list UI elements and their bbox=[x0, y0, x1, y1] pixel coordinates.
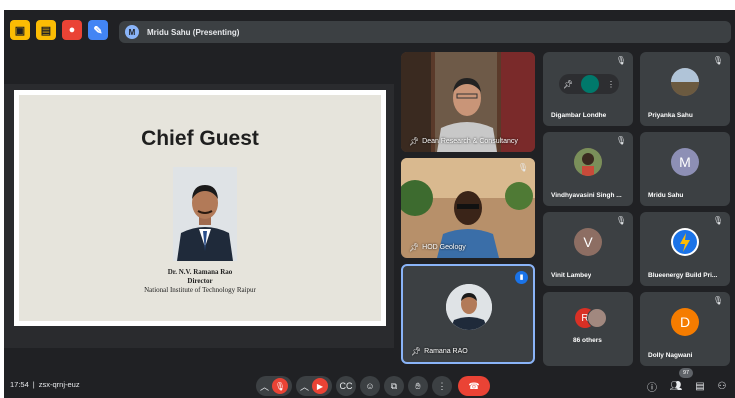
presentation-slide: Chief Guest Dr. N.V. Ramana Rao Director bbox=[14, 90, 386, 326]
meeting-code: zsx-qrnj-euz bbox=[38, 380, 80, 389]
people-icon: 👥︎ bbox=[669, 380, 683, 392]
mic-control[interactable]: ︿ 🎙︎ bbox=[256, 376, 292, 396]
activities-icon[interactable]: ▣ bbox=[10, 20, 30, 40]
tile-hover-controls: 📌︎ ⋮ bbox=[559, 74, 619, 94]
hand-icon: ✋︎ bbox=[415, 380, 421, 391]
presenter-label: Mridu Sahu (Presenting) bbox=[147, 27, 240, 37]
notes-icon[interactable]: ▤ bbox=[36, 20, 56, 40]
participant-tile-hod[interactable]: 🎙︎ 📌︎ HOD Geology bbox=[401, 158, 535, 258]
participant-label: Priyanka Sahu bbox=[648, 112, 693, 119]
presentation-stage: Chief Guest Dr. N.V. Ramana Rao Director bbox=[4, 72, 394, 348]
participant-tile-vindhyavasini[interactable]: 🎙︎ Vindhyavasini Singh ... bbox=[543, 132, 633, 206]
participant-label: Dean Research & Consultancy bbox=[422, 138, 518, 145]
participant-label: Ramana RAO bbox=[424, 348, 468, 355]
participant-tile-mridu[interactable]: M Mridu Sahu bbox=[640, 132, 730, 206]
more-options-icon[interactable]: ⋮ bbox=[607, 80, 615, 89]
chat-icon: ▤ bbox=[695, 380, 705, 392]
participant-name-dean: 📌︎ Dean Research & Consultancy bbox=[409, 137, 518, 146]
participant-label: Mridu Sahu bbox=[648, 192, 684, 199]
participant-label: Vindhyavasini Singh ... bbox=[551, 192, 622, 199]
people-count-badge: 97 bbox=[679, 368, 693, 378]
participant-label: Blueenergy Build Pri... bbox=[648, 272, 718, 279]
slide-content: Chief Guest Dr. N.V. Ramana Rao Director bbox=[19, 95, 381, 321]
participant-avatar bbox=[446, 284, 492, 330]
mic-off-icon: 🎙︎ bbox=[712, 56, 724, 65]
avatar bbox=[671, 68, 699, 96]
participant-tile-ramana-rao[interactable]: ▮ 📌︎ Ramana RAO bbox=[401, 264, 535, 364]
mic-off-icon: 🎙︎ bbox=[712, 216, 724, 225]
record-icon[interactable]: ● bbox=[62, 20, 82, 40]
speaking-indicator-icon: ▮ bbox=[515, 271, 528, 284]
more-options-icon: ⋮ bbox=[437, 380, 447, 391]
activities-icon: ⚇ bbox=[717, 380, 727, 392]
slide-title: Chief Guest bbox=[141, 127, 259, 150]
info-icon: ⓘ bbox=[647, 382, 657, 394]
participant-label: Digambar Londhe bbox=[551, 112, 607, 119]
chevron-up-icon[interactable]: ︿ bbox=[260, 380, 269, 393]
meeting-info: 17:54 | zsx-qrnj-euz bbox=[10, 380, 80, 389]
participant-tile-blueenergy[interactable]: 🎙︎ Blueenergy Build Pri... bbox=[640, 212, 730, 286]
raise-hand-button[interactable]: ✋︎ bbox=[408, 376, 428, 396]
participant-name-hod: 📌︎ HOD Geology bbox=[409, 243, 466, 252]
meet-window: ▣ ▤ ● ✎ M Mridu Sahu (Presenting) Chief … bbox=[4, 10, 735, 398]
chief-guest-role: Director bbox=[187, 277, 213, 285]
chat-button[interactable]: ▤ bbox=[692, 378, 708, 394]
mic-off-icon[interactable]: 🎙︎ bbox=[272, 378, 288, 394]
avatar bbox=[581, 75, 600, 93]
chevron-up-icon[interactable]: ︿ bbox=[300, 380, 309, 393]
chief-guest-institute: National Institute of Technology Raipur bbox=[144, 286, 256, 294]
participant-tile-vinit[interactable]: 🎙︎ V Vinit Lambey bbox=[543, 212, 633, 286]
clock: 17:54 bbox=[10, 380, 29, 389]
present-screen-icon: ⧉ bbox=[390, 380, 398, 391]
avatar bbox=[671, 228, 699, 256]
mic-off-icon: 🎙︎ bbox=[712, 296, 724, 305]
participant-tile-others[interactable]: R 86 others bbox=[543, 292, 633, 366]
more-options-button[interactable]: ⋮ bbox=[432, 376, 452, 396]
info-button[interactable]: ⓘ bbox=[644, 378, 660, 394]
avatar bbox=[574, 148, 602, 176]
participant-label: HOD Geology bbox=[422, 244, 466, 251]
pin-icon[interactable]: 📌︎ bbox=[409, 243, 419, 252]
participant-label: Vinit Lambey bbox=[551, 272, 592, 279]
participant-label: 86 others bbox=[573, 337, 602, 344]
captions-icon: CC bbox=[339, 381, 353, 391]
captions-button[interactable]: CC bbox=[336, 376, 356, 396]
emoji-icon: ☺ bbox=[365, 381, 375, 391]
bottom-toolbar: 17:54 | zsx-qrnj-euz ︿ 🎙︎ ︿ ▶︎ CC ☺ ⧉ ✋︎… bbox=[4, 368, 735, 398]
mic-off-icon: 🎙︎ bbox=[615, 56, 627, 65]
present-button[interactable]: ⧉ bbox=[384, 376, 404, 396]
mic-off-icon: 🎙︎ bbox=[615, 136, 627, 145]
top-bar: ▣ ▤ ● ✎ M Mridu Sahu (Presenting) bbox=[4, 10, 735, 46]
participant-tile-dean[interactable]: 📌︎ Dean Research & Consultancy bbox=[401, 52, 535, 152]
camera-off-icon[interactable]: ▶︎ bbox=[312, 378, 328, 394]
participant-name-ramana: 📌︎ Ramana RAO bbox=[411, 347, 468, 356]
chief-guest-photo bbox=[173, 167, 237, 261]
presenting-banner[interactable]: M Mridu Sahu (Presenting) bbox=[119, 21, 731, 43]
presenter-avatar: M bbox=[125, 25, 139, 39]
separator: | bbox=[32, 380, 35, 389]
avatar: M bbox=[671, 148, 699, 176]
mic-off-icon: 🎙︎ bbox=[615, 216, 627, 225]
camera-control[interactable]: ︿ ▶︎ bbox=[296, 376, 332, 396]
participant-tile-digambar[interactable]: 🎙︎ 📌︎ ⋮ Digambar Londhe bbox=[543, 52, 633, 126]
stage-header bbox=[4, 72, 394, 84]
participant-label: Dolly Nagwani bbox=[648, 352, 693, 359]
avatar bbox=[587, 308, 607, 328]
avatar: D bbox=[671, 308, 699, 336]
pin-icon[interactable]: 📌︎ bbox=[411, 347, 421, 356]
hang-up-icon: ☎︎ bbox=[468, 380, 480, 391]
participant-tile-priyanka[interactable]: 🎙︎ Priyanka Sahu bbox=[640, 52, 730, 126]
leave-call-button[interactable]: ☎︎ bbox=[458, 376, 490, 396]
chief-guest-name: Dr. N.V. Ramana Rao bbox=[167, 268, 233, 276]
avatar: V bbox=[574, 228, 602, 256]
pin-icon[interactable]: 📌︎ bbox=[563, 80, 573, 89]
activities-button[interactable]: ⚇ bbox=[714, 378, 730, 394]
participant-tile-dolly[interactable]: 🎙︎ D Dolly Nagwani bbox=[640, 292, 730, 366]
mic-off-icon: 🎙︎ bbox=[517, 163, 529, 172]
pin-icon[interactable]: 📌︎ bbox=[409, 137, 419, 146]
whiteboard-icon[interactable]: ✎ bbox=[88, 20, 108, 40]
others-avatar-stack: R bbox=[575, 308, 607, 330]
emoji-button[interactable]: ☺ bbox=[360, 376, 380, 396]
people-button[interactable]: 👥︎ bbox=[668, 378, 684, 394]
